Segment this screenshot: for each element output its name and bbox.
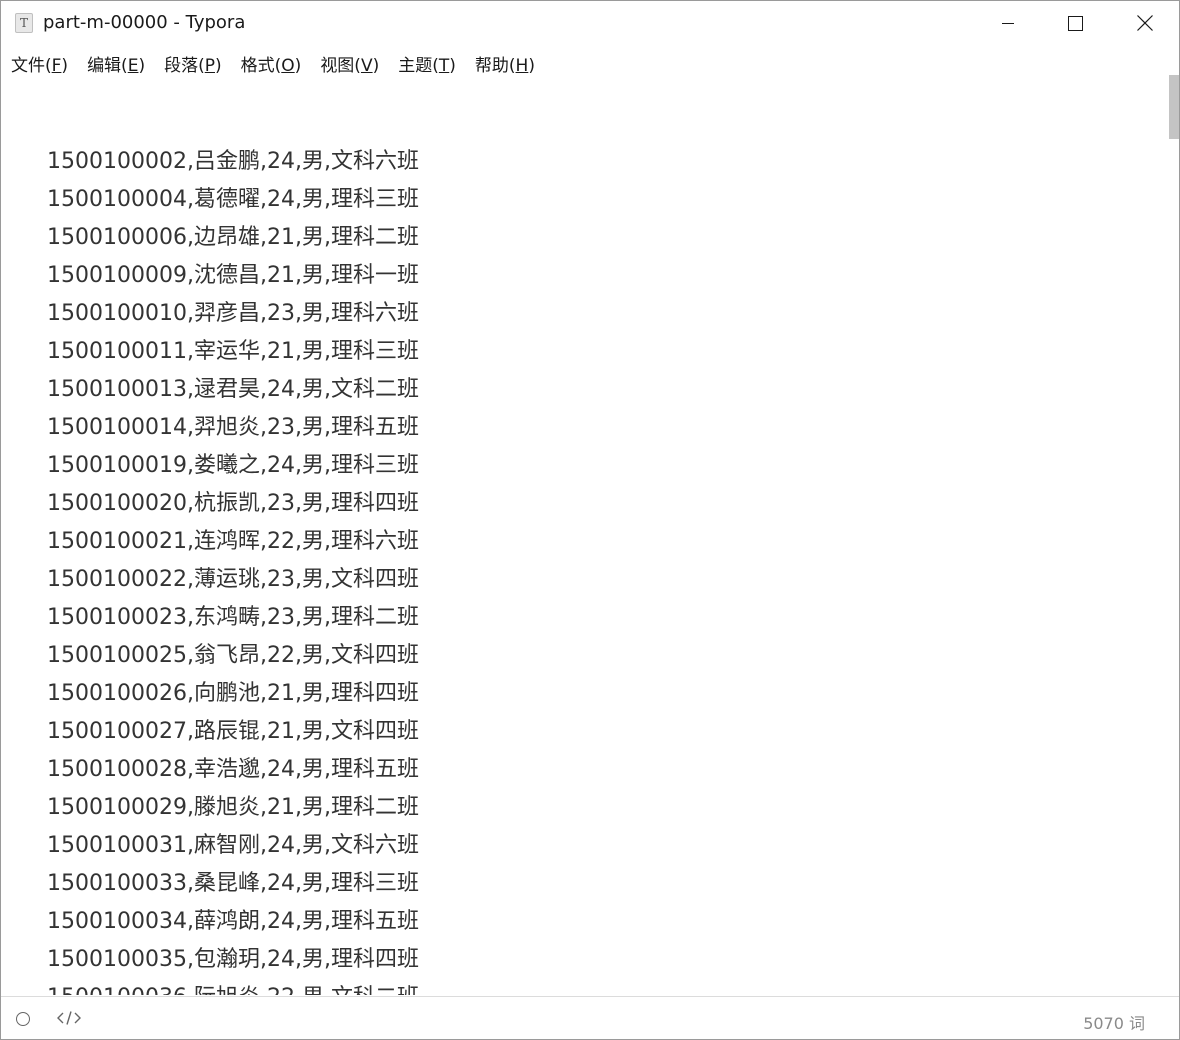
menu-item[interactable]: 编辑(E) [87,51,145,76]
close-icon [1137,15,1153,31]
document-line: 1500100031,麻智刚,24,男,文科六班 [47,833,419,858]
menu-item[interactable]: 帮助(H) [475,51,535,76]
document-line: 1500100025,翁飞昂,22,男,文科四班 [47,643,419,668]
editor-content[interactable]: 1500100002,吕金鹏,24,男,文科六班 1500100004,葛德曜,2… [1,81,1167,995]
vertical-scrollbar[interactable] [1167,45,1179,995]
menu-item[interactable]: 段落(P) [164,51,222,76]
menu-item[interactable]: 格式(O) [241,51,302,76]
scrollbar-thumb[interactable] [1169,75,1179,139]
document-line: 1500100010,羿彦昌,23,男,理科六班 [47,301,419,326]
close-button[interactable] [1116,1,1174,45]
document-line: 1500100021,连鸿晖,22,男,理科六班 [47,529,419,554]
maximize-button[interactable] [1046,1,1104,45]
document-line: 1500100004,葛德曜,24,男,理科三班 [47,187,419,212]
document-line: 1500100036,阮旭炎,22,男,文科二班 [47,979,419,995]
title-bar[interactable]: T part-m-00000 - Typora [1,1,1179,45]
document-line: 1500100009,沈德昌,21,男,理科一班 [47,263,419,288]
document-line: 1500100002,吕金鹏,24,男,文科六班 [47,149,419,174]
source-code-toggle[interactable] [57,1010,81,1030]
window-title: part-m-00000 - Typora [43,12,246,33]
document-line: 1500100022,薄运珧,23,男,文科四班 [47,567,419,592]
menu-item[interactable]: 主题(T) [398,51,456,76]
document-line: 1500100020,杭振凯,23,男,理科四班 [47,491,419,516]
document-line: 1500100014,羿旭炎,23,男,理科五班 [47,415,419,440]
document-line: 1500100035,包瀚玥,24,男,理科四班 [47,947,419,972]
minimize-icon [1002,23,1014,24]
typora-app-icon: T [15,13,33,33]
document-lines: 1500100002,吕金鹏,24,男,文科六班 1500100004,葛德曜,2… [47,143,419,995]
document-line: 1500100011,宰运华,21,男,理科三班 [47,339,419,364]
document-line: 1500100033,桑昆峰,24,男,理科三班 [47,871,419,896]
document-line: 1500100026,向鹏池,21,男,理科四班 [47,681,419,706]
document-line: 1500100019,娄曦之,24,男,理科三班 [47,453,419,478]
document-line: 1500100006,边昂雄,21,男,理科二班 [47,225,419,250]
status-bar: 5070 词 [1,996,1179,1039]
document-line: 1500100028,幸浩邈,24,男,理科五班 [47,757,419,782]
circle-icon[interactable] [16,1012,30,1026]
word-count[interactable]: 5070 词 [1083,1010,1145,1034]
minimize-button[interactable] [979,1,1037,45]
document-line: 1500100029,滕旭炎,21,男,理科二班 [47,795,419,820]
code-icon [57,1011,81,1025]
document-line: 1500100027,路辰锟,21,男,文科四班 [47,719,419,744]
menu-item[interactable]: 文件(F) [11,51,68,76]
maximize-icon [1067,15,1083,31]
document-line: 1500100034,薛鸿朗,24,男,理科五班 [47,909,419,934]
menu-bar: 文件(F) 编辑(E) 段落(P) 格式(O) 视图(V) 主题(T) 帮助(H) [1,45,1179,81]
typora-window: T part-m-00000 - Typora 文件(F) 编辑(E) 段落(P) 格… [0,0,1180,1040]
document-line: 1500100023,东鸿畴,23,男,理科二班 [47,605,419,630]
menu-item[interactable]: 视图(V) [320,51,379,76]
document-line: 1500100013,逯君昊,24,男,文科二班 [47,377,419,402]
